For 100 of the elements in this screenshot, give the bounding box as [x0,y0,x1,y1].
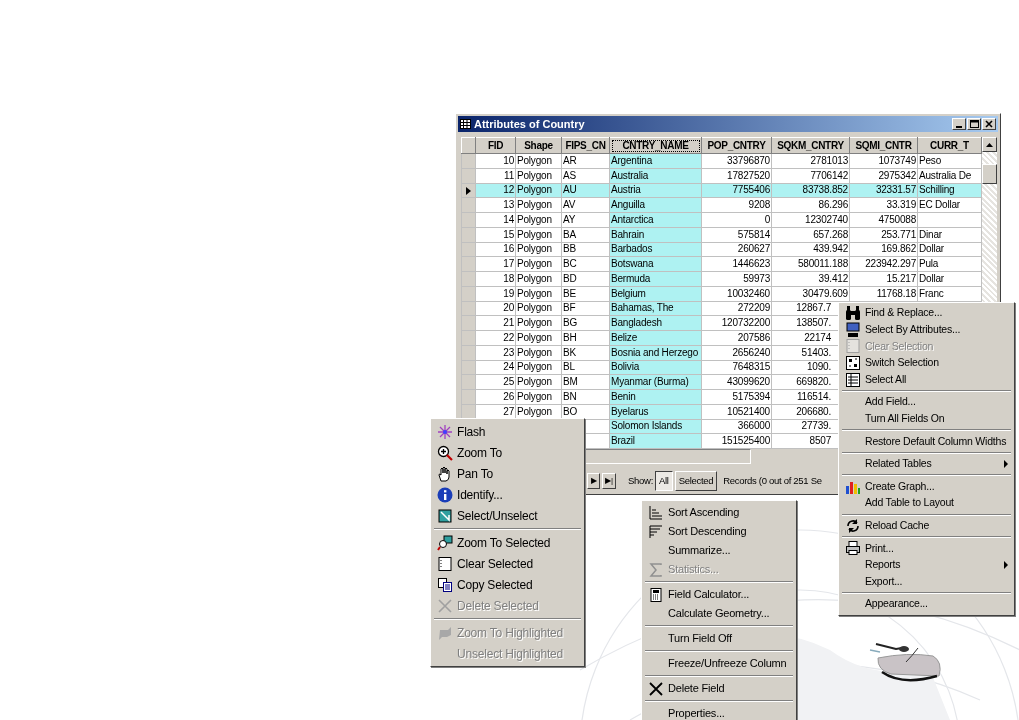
table-icon [460,119,471,129]
menu-item[interactable]: Properties... [644,704,794,720]
menu-item[interactable]: Related Tables [841,455,1012,473]
table-cell: 59973 [701,271,772,287]
table-cell: BN [561,389,610,405]
table-cell: 575814 [701,227,772,242]
table-cell: Polygon [515,389,562,405]
table-cell: 24 [475,360,516,375]
table-cell: AY [561,212,610,228]
menu-item[interactable]: Sort Ascending [644,503,794,522]
binoculars-icon [845,305,861,322]
table-cell: 10032460 [701,286,772,301]
table-cell: 18 [475,271,516,287]
table-cell: 439.942 [771,242,850,257]
menu-item[interactable]: Freeze/Unfreeze Column [644,654,794,673]
column-header[interactable]: SQKM_CNTRY [771,137,850,154]
menu-item[interactable]: Summarize... [644,541,794,560]
menu-item[interactable]: Reports [841,556,1012,574]
column-header[interactable]: SQMI_CNTR [849,137,918,154]
column-header[interactable]: FIPS_CN [561,137,610,154]
table-cell: Dinar [917,227,982,242]
menu-item[interactable]: Zoom To Selected [433,532,582,553]
menu-item[interactable]: Calculate Geometry... [644,604,794,623]
row-selector-header [461,137,476,154]
menu-item[interactable]: Field Calculator... [644,585,794,604]
table-cell: 2656240 [701,345,772,360]
column-header[interactable]: POP_CNTRY [701,137,772,154]
show-toggle[interactable]: Selected [674,471,718,491]
table-cell: 15 [475,227,516,242]
table-cell: 366000 [701,419,772,434]
table-cell: 1073749 [849,153,918,169]
table-cell: 17 [475,256,516,272]
menu-item[interactable]: Turn Field Off [644,629,794,648]
menu-item[interactable]: Flash [433,421,582,442]
menu-item[interactable]: Sort Descending [644,522,794,541]
column-header[interactable]: CNTRY_NAME [609,137,702,154]
table-cell: 17827520 [701,168,772,183]
table-cell: Australia De [917,168,982,183]
table-cell: 10 [475,153,516,169]
table-cell: BB [561,242,610,257]
table-cell: Polygon [515,301,562,316]
table-cell: Polygon [515,242,562,257]
scroll-thumb[interactable] [982,164,997,184]
submenu-arrow-icon [1004,561,1008,569]
table-cell: 2781013 [771,153,850,169]
table-cell: 30479.609 [771,286,850,301]
menu-item[interactable]: Add Table to Layout [841,494,1012,512]
minimize-button[interactable] [952,118,966,130]
table-cell: Polygon [515,374,562,390]
table-cell: Polygon [515,330,562,346]
table-cell: Polygon [515,345,562,360]
record-nav-button[interactable]: ▶| [602,473,617,489]
table-cell: Pula [917,256,982,272]
table-cell: Dollar [917,242,982,257]
info-icon [437,486,453,503]
table-cell: Polygon [515,286,562,301]
maximize-button[interactable] [967,118,981,130]
menu-item[interactable]: Select/Unselect [433,505,582,526]
table-cell: 223942.297 [849,256,918,272]
record-nav-button[interactable]: ▶ [587,473,600,489]
table-cell: 260627 [701,242,772,257]
table-cell: 7648315 [701,360,772,375]
table-cell: 22 [475,330,516,346]
table-cell: Polygon [515,227,562,242]
menu-item[interactable]: Create Graph... [841,478,1012,495]
database-query-icon [845,321,861,338]
menu-item[interactable]: Clear Selected [433,553,582,574]
table-cell: 580011.188 [771,256,850,272]
menu-item[interactable]: Reload Cache [841,517,1012,535]
calculator-icon [648,586,664,603]
menu-item[interactable]: Export... [841,573,1012,590]
menu-item[interactable]: Appearance... [841,595,1012,613]
column-header[interactable]: FID [475,137,516,154]
show-toggle[interactable]: All [655,471,673,491]
maximize-icon [969,120,979,128]
menu-item[interactable]: Identify... [433,484,582,505]
table-cell: BM [561,374,610,390]
menu-item[interactable]: Delete Field [644,679,794,698]
table-cell: 7706142 [771,168,850,183]
table-cell: 10521400 [701,404,772,419]
column-header[interactable]: Shape [515,137,562,154]
menu-item[interactable]: Pan To [433,463,582,484]
menu-item[interactable]: Zoom To [433,442,582,463]
table-cell: 2975342 [849,168,918,183]
table-cell: 33796870 [701,153,772,169]
scroll-up-button[interactable] [982,137,997,152]
select-icon [437,507,453,524]
table-cell: 9208 [701,197,772,213]
table-cell: 16 [475,242,516,257]
table-cell: Polygon [515,256,562,272]
menu-item[interactable]: Copy Selected [433,574,582,595]
menu-item[interactable]: Print... [841,540,1012,557]
close-button[interactable] [982,118,996,130]
table-cell: AS [561,168,610,183]
table-cell: BD [561,271,610,287]
table-cell: BE [561,286,610,301]
record-count: Records (0 out of 251 Se [723,473,822,488]
show-label: Show: [628,473,653,488]
table-cell: Polygon [515,315,562,331]
column-header[interactable]: CURR_T [917,137,982,154]
